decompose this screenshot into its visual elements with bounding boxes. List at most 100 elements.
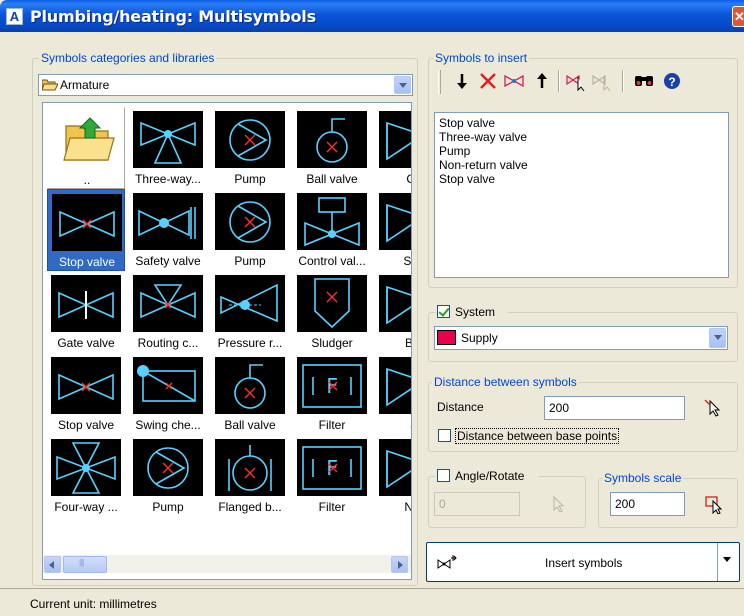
symbol-tile-label: Pressure r... [217,336,283,350]
symbol-tile[interactable]: Three-way... [129,107,207,189]
status-divider [0,588,744,589]
symbol-tile-label: Filter [318,500,346,514]
scroll-thumb[interactable] [63,556,107,573]
symbol-icon[interactable] [502,66,526,96]
distance-label: Distance [437,400,484,414]
symbol-tile-label: Swing che... [135,418,201,432]
flanged-valve-icon [215,439,285,496]
symbol-tile[interactable]: F Filter [293,353,371,435]
svg-text:F: F [326,374,338,398]
symbol-tile[interactable]: Pump [211,189,289,271]
toolbar-grip [438,70,441,94]
help-icon[interactable]: ? [660,66,684,96]
symbol-tile-label: Ca [375,171,411,187]
symbol-tile[interactable]: Stop valve [47,189,125,271]
list-item[interactable]: Non-return valve [439,158,724,172]
three-way-valve-icon [133,111,203,168]
symbol-tile[interactable]: Stop valve [47,353,125,435]
category-select[interactable]: Armature [38,74,413,96]
base-points-checkbox[interactable] [438,429,451,442]
list-item[interactable]: Stop valve [439,116,724,130]
insert-toolbar: ? [438,66,734,98]
angle-checkbox[interactable] [437,469,450,482]
system-select[interactable]: Supply [434,326,728,350]
symbols-to-insert-list[interactable]: Stop valve Three-way valve Pump Non-retu… [434,112,729,278]
pick-symbol-icon[interactable] [564,66,588,96]
symbol-tile[interactable]: Shu [375,189,412,271]
insert-symbols-label: Insert symbols [545,556,623,570]
control-valve-icon [297,193,367,250]
safety-valve-icon [133,193,203,250]
symbol-tile[interactable]: Ball valve [211,353,289,435]
binoculars-icon[interactable] [632,66,656,96]
symbols-to-insert-legend: Symbols to insert [433,51,530,65]
symbol-tile-label: S [375,417,411,433]
symbol-tile[interactable]: Routing c... [129,271,207,353]
scroll-left-button[interactable] [44,556,61,573]
pick-symbol-disabled-icon [590,66,614,96]
symbol-tile[interactable]: Ca [375,107,411,189]
pick-scale-icon[interactable] [704,494,724,515]
symbol-tile-label: Three-way... [135,172,201,186]
scroll-right-button[interactable] [391,556,408,573]
symbol-tile[interactable]: Ball valve [293,107,371,189]
symbol-tile[interactable]: But [375,271,411,353]
pick-distance-icon[interactable] [704,398,724,418]
list-item[interactable]: Pump [439,144,724,158]
symbol-tile[interactable]: Flanged b... [211,435,289,517]
symbol-tile[interactable]: Safety valve [129,189,207,271]
distance-input[interactable]: 200 [544,396,685,420]
distance-legend: Distance between symbols [432,375,579,389]
swing-check-icon [133,357,203,414]
delete-icon[interactable] [476,66,500,96]
chevron-down-icon[interactable] [394,76,411,94]
system-checkbox[interactable] [437,305,450,318]
symbol-tile-label: Gate valve [57,336,115,350]
symbol-tile[interactable]: Gate valve [47,271,125,353]
move-up-icon[interactable] [530,66,554,96]
move-down-icon[interactable] [450,66,474,96]
stop-valve-icon [51,357,121,414]
symbol-tile-label: Stop valve [58,255,116,269]
scale-input[interactable]: 200 [610,492,685,516]
toolbar-separator [558,70,559,92]
title-bar[interactable]: A Plumbing/heating: Multisymbols ✕ [0,0,744,32]
symbol-tile-label: Filter [318,418,346,432]
symbol-tile[interactable]: Nor [375,435,411,517]
symbol-tile[interactable]: F Filter [293,435,371,517]
symbol-tile-label: Sludger [311,336,353,350]
angle-label: Angle/Rotate [455,469,525,483]
list-item[interactable]: Three-way valve [439,130,724,144]
valve-icon [379,193,411,250]
symbol-tile[interactable]: Sludger [293,271,371,353]
system-value: Supply [461,331,498,345]
symbol-tile[interactable]: Pump [129,435,207,517]
angle-input: 0 [434,492,520,516]
symbol-tile[interactable]: Swing che... [129,353,207,435]
angle-checkbox-row[interactable]: Angle/Rotate [435,468,539,484]
symbol-tile-label: Control val... [298,254,366,268]
symbol-tile[interactable]: Pump [211,107,289,189]
status-text: Current unit: millimetres [30,597,157,611]
symbol-tile[interactable]: .. [47,107,125,189]
symbol-tile-label: Stop valve [57,418,115,432]
symbol-tile-label: Shu [403,254,412,268]
gate-valve-icon [51,275,121,332]
base-points-label[interactable]: Distance between base points [455,428,620,444]
symbol-tile[interactable]: Four-way ... [47,435,125,517]
sludger-icon [297,275,367,332]
system-label: System [455,305,496,319]
horizontal-scrollbar[interactable] [43,555,411,573]
symbol-tile[interactable]: Pressure r... [211,271,289,353]
symbol-tile[interactable]: S [375,353,411,435]
close-button[interactable]: ✕ [732,6,744,27]
list-item[interactable]: Stop valve [439,172,724,186]
symbol-tile[interactable]: Control val... [293,189,371,271]
chevron-down-icon[interactable] [723,557,731,562]
app-icon: A [6,8,23,25]
chevron-down-icon[interactable] [709,328,726,348]
svg-text:F: F [326,456,338,480]
insert-symbols-button[interactable]: Insert symbols [426,542,740,582]
system-checkbox-row[interactable]: System [436,304,508,320]
valve-icon [379,275,411,332]
